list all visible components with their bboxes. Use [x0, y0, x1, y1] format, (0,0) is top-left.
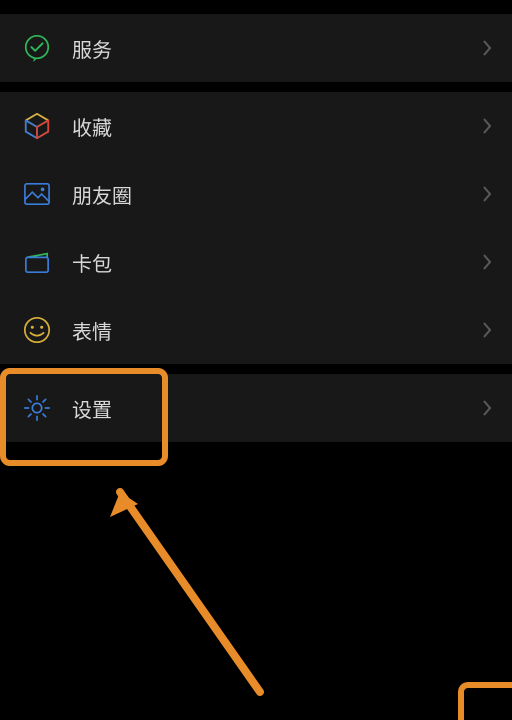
- menu-label: 朋友圈: [72, 180, 482, 209]
- picture-icon: [20, 177, 54, 211]
- group-settings: 设置: [0, 374, 512, 442]
- menu-label: 卡包: [72, 248, 482, 277]
- menu-label: 服务: [72, 34, 482, 63]
- chevron-right-icon: [482, 117, 492, 135]
- cube-icon: [20, 109, 54, 143]
- spacer: [0, 82, 512, 92]
- spacer: [0, 364, 512, 374]
- chevron-right-icon: [482, 253, 492, 271]
- menu-item-moments[interactable]: 朋友圈: [0, 160, 512, 228]
- chat-check-icon: [20, 31, 54, 65]
- smile-icon: [20, 313, 54, 347]
- chevron-right-icon: [482, 185, 492, 203]
- chevron-right-icon: [482, 39, 492, 57]
- group-services: 服务: [0, 14, 512, 82]
- menu-label: 表情: [72, 316, 482, 345]
- menu-label: 设置: [72, 394, 482, 423]
- wallet-icon: [20, 245, 54, 279]
- spacer: [0, 0, 512, 14]
- group-main: 收藏 朋友圈: [0, 92, 512, 364]
- chevron-right-icon: [482, 399, 492, 417]
- menu-item-favorites[interactable]: 收藏: [0, 92, 512, 160]
- annotation-highlight-box: [458, 682, 512, 720]
- menu-item-stickers[interactable]: 表情: [0, 296, 512, 364]
- gear-icon: [20, 391, 54, 425]
- menu-item-settings[interactable]: 设置: [0, 374, 512, 442]
- menu-label: 收藏: [72, 112, 482, 141]
- menu-item-services[interactable]: 服务: [0, 14, 512, 82]
- annotation-arrow-icon: [90, 472, 290, 712]
- menu-item-cards[interactable]: 卡包: [0, 228, 512, 296]
- chevron-right-icon: [482, 321, 492, 339]
